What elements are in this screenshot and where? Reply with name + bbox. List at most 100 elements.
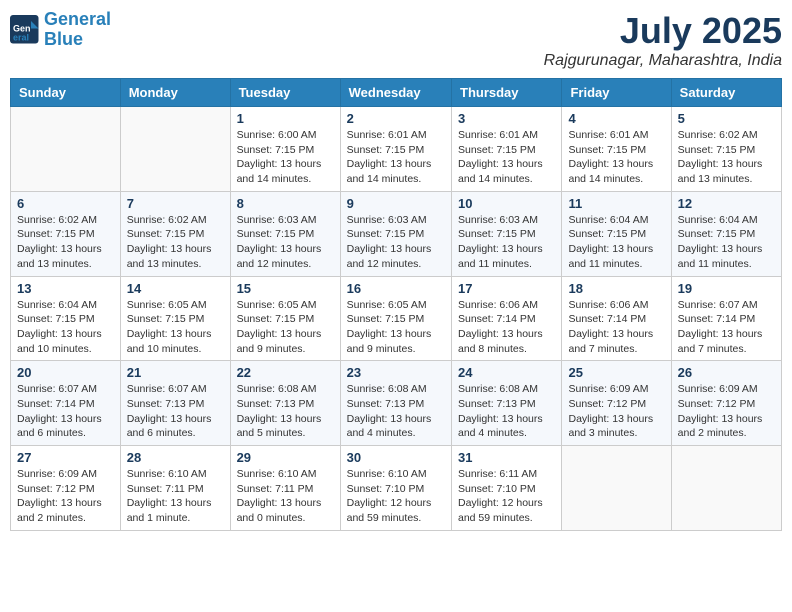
day-number: 14 xyxy=(127,281,224,296)
day-number: 1 xyxy=(237,111,334,126)
day-info: Sunrise: 6:01 AM Sunset: 7:15 PM Dayligh… xyxy=(347,128,445,187)
calendar-cell: 30 Sunrise: 6:10 AM Sunset: 7:10 PM Dayli… xyxy=(340,446,451,531)
column-header-friday: Friday xyxy=(562,79,671,107)
location: Rajgurunagar, Maharashtra, India xyxy=(544,52,782,70)
day-number: 15 xyxy=(237,281,334,296)
day-info: Sunrise: 6:04 AM Sunset: 7:15 PM Dayligh… xyxy=(17,298,114,357)
day-number: 11 xyxy=(568,196,664,211)
day-number: 22 xyxy=(237,365,334,380)
day-info: Sunrise: 6:03 AM Sunset: 7:15 PM Dayligh… xyxy=(237,213,334,272)
day-number: 28 xyxy=(127,450,224,465)
calendar-cell: 13 Sunrise: 6:04 AM Sunset: 7:15 PM Dayli… xyxy=(11,276,121,361)
day-info: Sunrise: 6:10 AM Sunset: 7:11 PM Dayligh… xyxy=(237,467,334,526)
day-info: Sunrise: 6:05 AM Sunset: 7:15 PM Dayligh… xyxy=(127,298,224,357)
day-info: Sunrise: 6:07 AM Sunset: 7:14 PM Dayligh… xyxy=(678,298,775,357)
column-header-monday: Monday xyxy=(120,79,230,107)
calendar-cell: 4 Sunrise: 6:01 AM Sunset: 7:15 PM Daylig… xyxy=(562,107,671,192)
day-info: Sunrise: 6:09 AM Sunset: 7:12 PM Dayligh… xyxy=(678,382,775,441)
day-number: 21 xyxy=(127,365,224,380)
calendar-cell: 12Sunrise: 6:04 AM Sunset: 7:15 PM Dayli… xyxy=(671,191,781,276)
calendar-week-5: 27Sunrise: 6:09 AM Sunset: 7:12 PM Dayli… xyxy=(11,446,782,531)
day-number: 13 xyxy=(17,281,114,296)
day-number: 30 xyxy=(347,450,445,465)
calendar-cell xyxy=(562,446,671,531)
calendar-cell xyxy=(671,446,781,531)
day-info: Sunrise: 6:00 AM Sunset: 7:15 PM Dayligh… xyxy=(237,128,334,187)
calendar-cell: 5 Sunrise: 6:02 AM Sunset: 7:15 PM Daylig… xyxy=(671,107,781,192)
svg-text:eral: eral xyxy=(13,32,29,42)
calendar-week-1: 1 Sunrise: 6:00 AM Sunset: 7:15 PM Daylig… xyxy=(11,107,782,192)
day-number: 20 xyxy=(17,365,114,380)
day-number: 24 xyxy=(458,365,555,380)
day-info: Sunrise: 6:02 AM Sunset: 7:15 PM Dayligh… xyxy=(678,128,775,187)
calendar-cell: 17 Sunrise: 6:06 AM Sunset: 7:14 PM Dayli… xyxy=(452,276,562,361)
column-header-sunday: Sunday xyxy=(11,79,121,107)
day-number: 23 xyxy=(347,365,445,380)
day-info: Sunrise: 6:01 AM Sunset: 7:15 PM Dayligh… xyxy=(568,128,664,187)
calendar-cell: 6 Sunrise: 6:02 AM Sunset: 7:15 PM Daylig… xyxy=(11,191,121,276)
day-info: Sunrise: 6:11 AM Sunset: 7:10 PM Dayligh… xyxy=(458,467,555,526)
calendar-week-4: 20 Sunrise: 6:07 AM Sunset: 7:14 PM Dayli… xyxy=(11,361,782,446)
day-info: Sunrise: 6:10 AM Sunset: 7:11 PM Dayligh… xyxy=(127,467,224,526)
calendar-cell: 9 Sunrise: 6:03 AM Sunset: 7:15 PM Daylig… xyxy=(340,191,451,276)
day-info: Sunrise: 6:08 AM Sunset: 7:13 PM Dayligh… xyxy=(458,382,555,441)
calendar-cell: 8 Sunrise: 6:03 AM Sunset: 7:15 PM Daylig… xyxy=(230,191,340,276)
day-info: Sunrise: 6:07 AM Sunset: 7:13 PM Dayligh… xyxy=(127,382,224,441)
day-info: Sunrise: 6:03 AM Sunset: 7:15 PM Dayligh… xyxy=(458,213,555,272)
column-header-wednesday: Wednesday xyxy=(340,79,451,107)
day-info: Sunrise: 6:06 AM Sunset: 7:14 PM Dayligh… xyxy=(568,298,664,357)
calendar-cell: 1 Sunrise: 6:00 AM Sunset: 7:15 PM Daylig… xyxy=(230,107,340,192)
calendar-cell: 25 Sunrise: 6:09 AM Sunset: 7:12 PM Dayli… xyxy=(562,361,671,446)
column-header-tuesday: Tuesday xyxy=(230,79,340,107)
calendar-header-row: SundayMondayTuesdayWednesdayThursdayFrid… xyxy=(11,79,782,107)
day-number: 3 xyxy=(458,111,555,126)
calendar-cell: 29 Sunrise: 6:10 AM Sunset: 7:11 PM Dayli… xyxy=(230,446,340,531)
calendar-cell xyxy=(120,107,230,192)
day-info: Sunrise: 6:07 AM Sunset: 7:14 PM Dayligh… xyxy=(17,382,114,441)
calendar-week-3: 13 Sunrise: 6:04 AM Sunset: 7:15 PM Dayli… xyxy=(11,276,782,361)
title-area: July 2025 Rajgurunagar, Maharashtra, Ind… xyxy=(544,10,782,70)
day-number: 2 xyxy=(347,111,445,126)
day-number: 29 xyxy=(237,450,334,465)
day-number: 6 xyxy=(17,196,114,211)
calendar-cell: 18Sunrise: 6:06 AM Sunset: 7:14 PM Dayli… xyxy=(562,276,671,361)
column-header-thursday: Thursday xyxy=(452,79,562,107)
day-number: 5 xyxy=(678,111,775,126)
page-header: Gen eral General Blue July 2025 Rajgurun… xyxy=(10,10,782,70)
day-info: Sunrise: 6:10 AM Sunset: 7:10 PM Dayligh… xyxy=(347,467,445,526)
day-number: 17 xyxy=(458,281,555,296)
calendar-cell: 19 Sunrise: 6:07 AM Sunset: 7:14 PM Dayli… xyxy=(671,276,781,361)
logo-icon: Gen eral xyxy=(10,15,40,45)
day-number: 9 xyxy=(347,196,445,211)
calendar-cell: 27Sunrise: 6:09 AM Sunset: 7:12 PM Dayli… xyxy=(11,446,121,531)
day-number: 8 xyxy=(237,196,334,211)
day-number: 31 xyxy=(458,450,555,465)
day-number: 16 xyxy=(347,281,445,296)
day-number: 26 xyxy=(678,365,775,380)
column-header-saturday: Saturday xyxy=(671,79,781,107)
day-info: Sunrise: 6:01 AM Sunset: 7:15 PM Dayligh… xyxy=(458,128,555,187)
logo-line2: Blue xyxy=(44,29,83,49)
calendar-cell: 11Sunrise: 6:04 AM Sunset: 7:15 PM Dayli… xyxy=(562,191,671,276)
calendar-week-2: 6 Sunrise: 6:02 AM Sunset: 7:15 PM Daylig… xyxy=(11,191,782,276)
calendar-cell xyxy=(11,107,121,192)
calendar-cell: 20 Sunrise: 6:07 AM Sunset: 7:14 PM Dayli… xyxy=(11,361,121,446)
day-info: Sunrise: 6:09 AM Sunset: 7:12 PM Dayligh… xyxy=(568,382,664,441)
day-info: Sunrise: 6:05 AM Sunset: 7:15 PM Dayligh… xyxy=(347,298,445,357)
day-number: 12 xyxy=(678,196,775,211)
calendar-cell: 31 Sunrise: 6:11 AM Sunset: 7:10 PM Dayli… xyxy=(452,446,562,531)
calendar-cell: 22 Sunrise: 6:08 AM Sunset: 7:13 PM Dayli… xyxy=(230,361,340,446)
day-number: 25 xyxy=(568,365,664,380)
day-info: Sunrise: 6:08 AM Sunset: 7:13 PM Dayligh… xyxy=(347,382,445,441)
day-number: 4 xyxy=(568,111,664,126)
calendar-cell: 10Sunrise: 6:03 AM Sunset: 7:15 PM Dayli… xyxy=(452,191,562,276)
day-info: Sunrise: 6:08 AM Sunset: 7:13 PM Dayligh… xyxy=(237,382,334,441)
day-info: Sunrise: 6:02 AM Sunset: 7:15 PM Dayligh… xyxy=(17,213,114,272)
calendar-table: SundayMondayTuesdayWednesdayThursdayFrid… xyxy=(10,78,782,531)
day-info: Sunrise: 6:03 AM Sunset: 7:15 PM Dayligh… xyxy=(347,213,445,272)
calendar-cell: 21 Sunrise: 6:07 AM Sunset: 7:13 PM Dayli… xyxy=(120,361,230,446)
calendar-cell: 26 Sunrise: 6:09 AM Sunset: 7:12 PM Dayli… xyxy=(671,361,781,446)
day-info: Sunrise: 6:06 AM Sunset: 7:14 PM Dayligh… xyxy=(458,298,555,357)
day-number: 19 xyxy=(678,281,775,296)
calendar-cell: 7Sunrise: 6:02 AM Sunset: 7:15 PM Daylig… xyxy=(120,191,230,276)
